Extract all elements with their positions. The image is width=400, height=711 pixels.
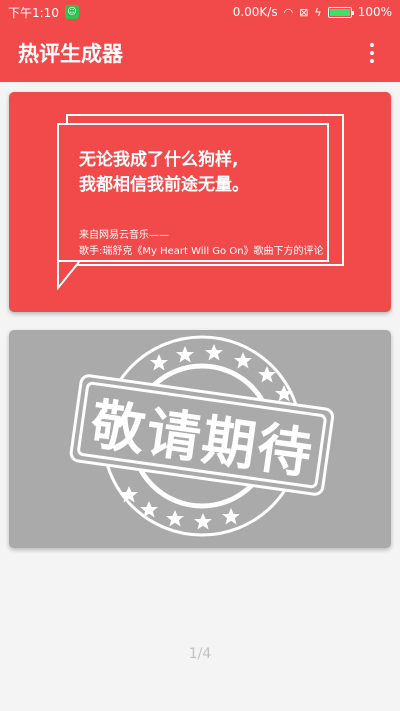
more-vert-icon[interactable]	[362, 37, 382, 69]
network-speed: 0.00K/s	[232, 5, 278, 19]
quote-text: 无论我成了什么狗样, 我都相信我前途无量。	[79, 148, 319, 198]
charging-icon: ϟ	[314, 5, 322, 19]
coming-soon-card[interactable]: 敬请期待	[9, 330, 391, 548]
battery-percent: 100%	[357, 5, 392, 19]
wechat-icon: ☺	[64, 5, 79, 19]
status-time: 下午1:10	[8, 5, 59, 20]
source-line: 歌手:瑞舒克《My Heart Will Go On》歌曲下方的评论	[79, 246, 324, 257]
quote-line: 无论我成了什么狗样,	[79, 150, 239, 170]
wifi-icon: ◠	[283, 5, 294, 19]
quote-line: 我都相信我前途无量。	[79, 175, 249, 195]
status-bar: 下午1:10 ☺ 0.00K/s ◠ ⊠ ϟ 100%	[0, 0, 400, 24]
source-text: 来自网易云音乐—— 歌手:瑞舒克《My Heart Will Go On》歌曲下…	[79, 228, 324, 260]
speech-bubble-tail-icon	[57, 261, 80, 290]
status-left: 下午1:10 ☺	[8, 4, 79, 21]
status-right: 0.00K/s ◠ ⊠ ϟ 100%	[233, 5, 392, 19]
source-line: 来自网易云音乐——	[79, 230, 169, 241]
battery-icon	[327, 6, 354, 18]
app-title: 热评生成器	[18, 42, 123, 66]
hot-comment-card[interactable]: 无论我成了什么狗样, 我都相信我前途无量。 来自网易云音乐—— 歌手:瑞舒克《M…	[9, 92, 391, 312]
sim-icon: ⊠	[299, 5, 309, 19]
page-indicator: 1/4	[188, 646, 212, 662]
app-bar: 热评生成器	[0, 24, 400, 82]
